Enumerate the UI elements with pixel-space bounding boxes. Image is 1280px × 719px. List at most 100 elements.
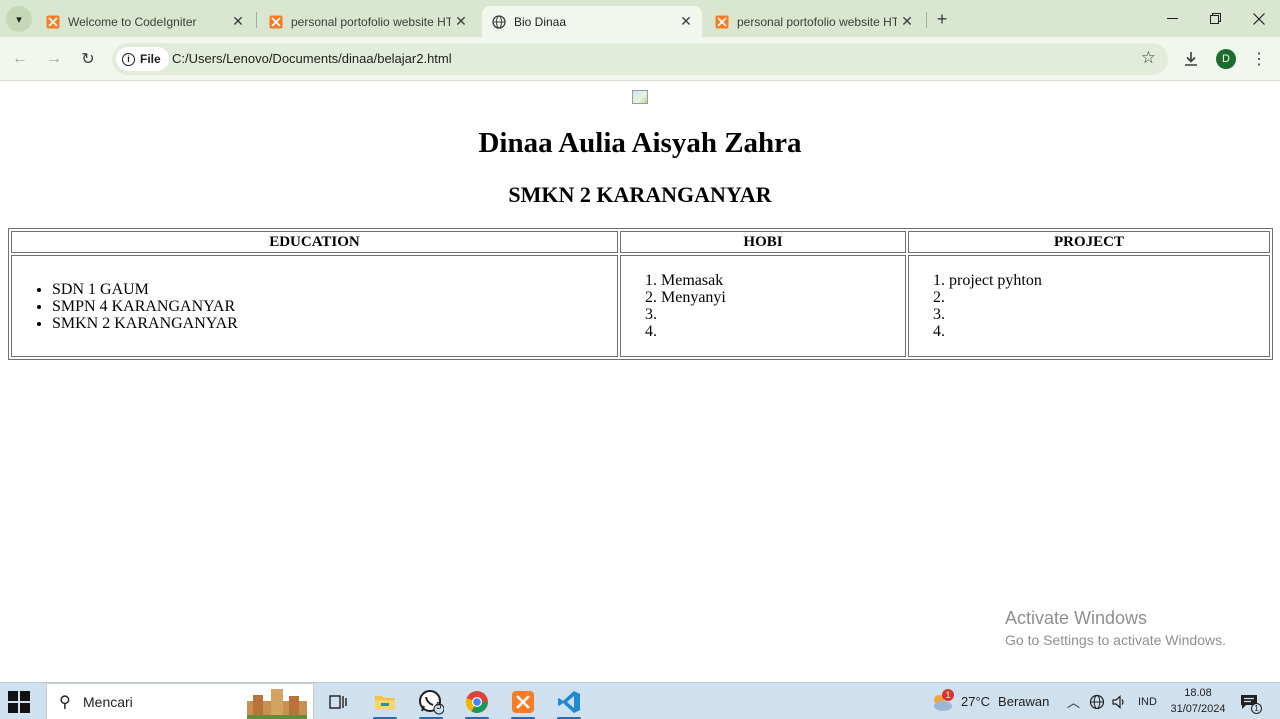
table-header-row: EDUCATION HOBI PROJECT: [11, 231, 1270, 253]
show-hidden-icons-button[interactable]: ︿: [1067, 683, 1080, 719]
url-text[interactable]: C:/Users/Lenovo/Documents/dinaa/belajar2…: [172, 51, 452, 66]
task-view-icon: [329, 695, 347, 709]
chrome-button[interactable]: [459, 687, 495, 719]
header-education: EDUCATION: [11, 231, 618, 253]
project-list: project pyhton: [911, 272, 1267, 340]
network-button[interactable]: [1089, 683, 1105, 719]
list-item: [949, 289, 1267, 306]
windows-logo-icon: [8, 691, 18, 701]
bookmark-star-icon[interactable]: ☆: [1141, 48, 1156, 68]
clock-date: 31/07/2024: [1170, 703, 1226, 715]
whatsapp-button[interactable]: 5: [413, 687, 449, 719]
tab-title: personal portofolio website HTML: [291, 14, 451, 29]
new-tab-button[interactable]: +: [932, 9, 952, 29]
page-content: Dinaa Aulia Aisyah Zahra SMKN 2 KARANGAN…: [0, 82, 1280, 682]
more-vert-icon: ⋮: [1251, 51, 1267, 68]
list-item: project pyhton: [949, 272, 1267, 289]
browser-toolbar: ← → ↻ i File C:/Users/Lenovo/Documents/d…: [0, 37, 1280, 81]
close-window-button[interactable]: [1237, 0, 1280, 37]
taskbar-search[interactable]: ⚲ Mencari: [46, 683, 314, 719]
download-icon: [1185, 52, 1197, 66]
windows-logo-icon: [20, 691, 30, 701]
education-list: SDN 1 GAUM SMPN 4 KARANGANYAR SMKN 2 KAR…: [14, 281, 615, 332]
info-icon: i: [122, 52, 135, 66]
speaker-icon: [1112, 694, 1124, 709]
list-item: [949, 306, 1267, 323]
page-subtitle: SMKN 2 KARANGANYAR: [508, 182, 772, 207]
start-button[interactable]: [8, 691, 30, 713]
weather-widget[interactable]: 1 27°C Berawan: [930, 683, 1049, 719]
tab-portfolio-2[interactable]: personal portofolio website HTML ✕: [705, 6, 923, 37]
header-hobi: HOBI: [620, 231, 906, 253]
list-item: [661, 306, 903, 323]
vscode-button[interactable]: [551, 687, 587, 719]
project-cell: project pyhton: [908, 255, 1270, 357]
reload-button[interactable]: ↻: [74, 45, 102, 73]
chevron-down-icon: ▾: [16, 13, 22, 26]
downloads-button[interactable]: [1178, 46, 1204, 72]
xampp-icon: [46, 15, 60, 28]
chevron-up-icon: ︿: [1067, 695, 1081, 710]
notification-center-button[interactable]: 1: [1240, 683, 1262, 719]
minimize-icon: [1167, 18, 1178, 19]
close-icon[interactable]: ✕: [228, 12, 248, 32]
site-info-label: File: [140, 52, 161, 66]
back-button[interactable]: ←: [6, 45, 34, 73]
xampp-icon: [715, 15, 729, 28]
close-icon[interactable]: ✕: [897, 12, 917, 32]
weather-alert-badge: 1: [942, 689, 954, 701]
taskbar: ⚲ Mencari 5 1 27°C Berawan ︿ IND 18.08 3…: [0, 682, 1280, 719]
menu-button[interactable]: ⋮: [1246, 46, 1272, 72]
file-explorer-button[interactable]: [367, 687, 403, 719]
education-cell: SDN 1 GAUM SMPN 4 KARANGANYAR SMKN 2 KAR…: [11, 255, 618, 357]
xampp-icon: [269, 15, 283, 28]
close-icon[interactable]: ✕: [676, 12, 696, 32]
address-bar[interactable]: i File C:/Users/Lenovo/Documents/dinaa/b…: [112, 43, 1168, 75]
watermark-title: Activate Windows: [1005, 608, 1148, 628]
plus-icon: +: [936, 8, 948, 29]
search-highlight-icon: [247, 689, 307, 719]
volume-button[interactable]: [1111, 683, 1127, 719]
page-title: Dinaa Aulia Aisyah Zahra: [478, 127, 802, 159]
tab-portfolio-1[interactable]: personal portofolio website HTML ✕: [259, 6, 477, 37]
language-indicator[interactable]: IND: [1138, 683, 1157, 719]
site-info-chip[interactable]: i File: [116, 47, 169, 71]
close-icon[interactable]: ✕: [451, 12, 471, 32]
tab-search-button[interactable]: ▾: [6, 6, 32, 32]
activate-windows-watermark: Activate Windows Go to Settings to activ…: [1005, 608, 1226, 648]
minimize-button[interactable]: [1151, 0, 1194, 37]
tab-codeigniter[interactable]: Welcome to CodeIgniter ✕: [36, 6, 254, 37]
tab-divider: [926, 12, 927, 28]
tab-bio-dinaa[interactable]: Bio Dinaa ✕: [482, 6, 702, 37]
list-item: SDN 1 GAUM: [52, 281, 615, 298]
table-row: SDN 1 GAUM SMPN 4 KARANGANYAR SMKN 2 KAR…: [11, 255, 1270, 357]
list-item: SMKN 2 KARANGANYAR: [52, 315, 615, 332]
hobi-cell: Memasak Menyanyi: [620, 255, 906, 357]
tab-title: personal portofolio website HTML: [737, 14, 897, 29]
search-placeholder: Mencari: [83, 694, 133, 710]
reload-icon: ↻: [81, 51, 95, 68]
task-view-button[interactable]: [320, 687, 356, 717]
close-icon: [1252, 12, 1265, 25]
restore-icon: [1210, 13, 1221, 24]
restore-button[interactable]: [1194, 0, 1237, 37]
weather-condition: Berawan: [998, 694, 1050, 709]
xampp-icon: [512, 691, 534, 713]
whatsapp-badge: 5: [436, 701, 442, 712]
xampp-button[interactable]: [505, 687, 541, 719]
vscode-icon: [558, 691, 580, 713]
arrow-right-icon: →: [46, 50, 62, 67]
weather-temp: 27°C: [961, 694, 991, 709]
watermark-subtitle: Go to Settings to activate Windows.: [1005, 632, 1226, 648]
profile-avatar[interactable]: D: [1216, 49, 1236, 69]
list-item: [949, 323, 1267, 340]
globe-icon: [1089, 694, 1105, 709]
windows-logo-icon: [8, 703, 18, 713]
tab-divider: [256, 12, 257, 28]
bio-table: EDUCATION HOBI PROJECT SDN 1 GAUM SMPN 4…: [8, 228, 1273, 360]
system-clock[interactable]: 18.08 31/07/2024: [1168, 685, 1228, 717]
list-item: Memasak: [661, 272, 903, 289]
globe-icon: [492, 14, 506, 29]
notification-count-badge: 1: [1251, 703, 1262, 714]
forward-button[interactable]: →: [40, 45, 68, 73]
